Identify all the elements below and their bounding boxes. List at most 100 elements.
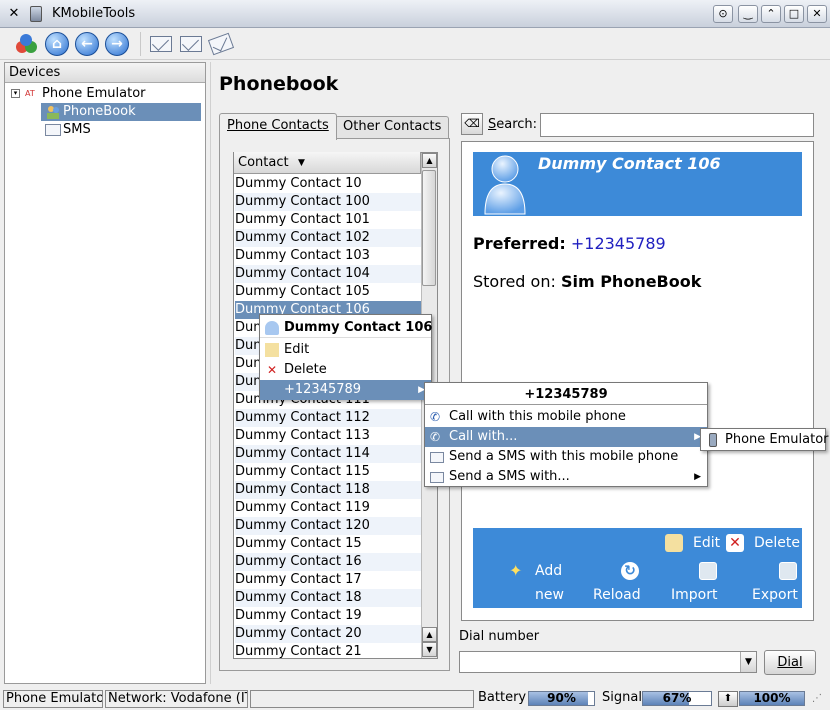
reload-action[interactable]: Reload (593, 587, 641, 603)
contact-row[interactable]: Dummy Contact 16 (235, 553, 421, 571)
at-modem-icon: AT (25, 89, 35, 98)
contact-row[interactable]: Dummy Contact 103 (235, 247, 421, 265)
edit-action[interactable]: Edit (693, 535, 720, 551)
new-sms-icon[interactable] (150, 36, 172, 52)
menu-item-phone-emulator[interactable]: Phone Emulator (701, 430, 829, 450)
contact-row[interactable]: Dummy Contact 118 (235, 481, 421, 499)
menu-item-sms-this-phone[interactable]: Send a SMS with this mobile phone (425, 447, 707, 467)
contact-row[interactable]: Dummy Contact 114 (235, 445, 421, 463)
menu-label: Delete (284, 362, 327, 377)
tree-item-phone-emulator[interactable]: ▾ AT Phone Emulator (5, 85, 201, 103)
devices-icon[interactable] (14, 32, 38, 56)
menu-item-sms-with[interactable]: Send a SMS with... ▶ (425, 467, 707, 487)
chevron-down-icon[interactable]: ▼ (740, 652, 756, 672)
maximize-button[interactable]: □ (784, 5, 804, 23)
home-icon[interactable]: ⌂ (45, 32, 69, 56)
contact-row[interactable]: Dummy Contact 100 (235, 193, 421, 211)
menu-label: Phone Emulator (725, 432, 829, 447)
resize-grip-icon[interactable]: ⋰ (810, 691, 824, 707)
tree-item-sms[interactable]: SMS (45, 121, 201, 139)
shade-button[interactable]: ⌃ (761, 5, 781, 23)
preferred-number[interactable]: +12345789 (571, 234, 666, 253)
contact-row[interactable]: Dummy Contact 18 (235, 589, 421, 607)
contact-row[interactable]: Dummy Contact 112 (235, 409, 421, 427)
edit-icon[interactable] (665, 534, 683, 552)
export-action[interactable]: Export (752, 587, 798, 603)
close-icon[interactable]: ✕ (6, 6, 22, 22)
add-action-line2[interactable]: new (535, 587, 564, 603)
toolbar: ⌂ ← → (0, 28, 830, 60)
scroll-up-button[interactable]: ▲ (422, 153, 437, 168)
contact-row[interactable]: Dummy Contact 113 (235, 427, 421, 445)
contact-row[interactable]: Dummy Contact 115 (235, 463, 421, 481)
menu-item-delete[interactable]: ✕ Delete (260, 360, 431, 380)
contact-row[interactable]: Dummy Contact 120 (235, 517, 421, 535)
contact-row[interactable]: Dummy Contact 104 (235, 265, 421, 283)
preferred-label: Preferred: (473, 234, 566, 253)
menu-label: +12345789 (284, 382, 362, 397)
submenu-arrow-icon: ▶ (694, 472, 701, 482)
delete-icon[interactable]: ✕ (726, 534, 744, 552)
back-icon[interactable]: ← (75, 32, 99, 56)
collapse-icon[interactable]: ▾ (11, 89, 20, 98)
stored-value: Sim PhoneBook (560, 272, 702, 291)
delete-action[interactable]: Delete (754, 535, 800, 551)
contact-row[interactable]: Dummy Contact 101 (235, 211, 421, 229)
search-input[interactable] (540, 113, 814, 137)
contact-name: Dummy Contact 106 (538, 154, 721, 173)
stored-line: Stored on: Sim PhoneBook (473, 272, 701, 291)
clear-search-button[interactable]: ⌫ (461, 113, 483, 135)
contact-column-header[interactable]: Contact ▼ (234, 152, 421, 174)
devices-panel: Devices ▾ AT Phone Emulator PhoneBook SM… (4, 62, 206, 684)
menu-label: Edit (284, 342, 310, 357)
contact-row[interactable]: Dummy Contact 105 (235, 283, 421, 301)
contact-row[interactable]: Dummy Contact 119 (235, 499, 421, 517)
contact-row[interactable]: Dummy Contact 19 (235, 607, 421, 625)
tree-item-label: PhoneBook (63, 104, 136, 119)
sort-arrow-icon: ▼ (298, 158, 305, 168)
menu-item-edit[interactable]: Edit (260, 340, 431, 360)
number-submenu: +12345789 ✆ Call with this mobile phone … (424, 382, 708, 487)
menu-icon[interactable]: ⊙ (713, 5, 733, 23)
delete-icon: ✕ (266, 363, 278, 377)
contact-actions-bar: Edit ✕ Delete ✦ Add new ↻ Reload Import … (473, 528, 802, 608)
contact-row[interactable]: Dummy Contact 20 (235, 625, 421, 643)
add-action[interactable]: Add (535, 563, 562, 579)
scroll-thumb[interactable] (422, 170, 436, 286)
scroll-up-button-bottom[interactable]: ▲ (422, 627, 437, 642)
export-icon[interactable] (779, 562, 797, 580)
import-action[interactable]: Import (671, 587, 717, 603)
minimize-button[interactable]: ‿ (738, 5, 758, 23)
forward-icon[interactable]: → (105, 32, 129, 56)
contact-row[interactable]: Dummy Contact 10 (235, 175, 421, 193)
reload-icon[interactable]: ↻ (621, 562, 639, 580)
contact-row[interactable]: Dummy Contact 17 (235, 571, 421, 589)
menu-label: Dummy Contact 106 (284, 320, 433, 335)
tree-item-label: Phone Emulator (42, 86, 146, 101)
menu-item-number[interactable]: +12345789 ▶ (260, 380, 431, 400)
sms-icon (430, 472, 444, 483)
phone-call-icon: ✆ (430, 430, 441, 444)
edit-sms-icon[interactable] (180, 36, 202, 52)
tree-item-phonebook[interactable]: PhoneBook (41, 103, 201, 121)
import-icon[interactable] (699, 562, 717, 580)
dial-button[interactable]: Dial (764, 650, 816, 675)
contact-row[interactable]: Dummy Contact 21 (235, 643, 421, 661)
contact-row[interactable]: Dummy Contact 102 (235, 229, 421, 247)
context-menu: Dummy Contact 106 Edit ✕ Delete +1234578… (259, 314, 432, 400)
contact-row[interactable]: Dummy Contact 15 (235, 535, 421, 553)
add-sms-icon[interactable] (207, 32, 235, 56)
close-button[interactable]: ✕ (807, 5, 827, 23)
menu-item-call-this-phone[interactable]: ✆ Call with this mobile phone (425, 407, 707, 427)
menu-item-call-with[interactable]: ✆ Call with... ▶ (425, 427, 707, 447)
tab-other-contacts[interactable]: Other Contacts (335, 116, 450, 138)
sms-icon (430, 452, 444, 463)
tab-phone-contacts[interactable]: Phone Contacts (219, 113, 337, 140)
magic-wand-icon[interactable]: ✦ (509, 562, 527, 580)
page-title: Phonebook (219, 73, 339, 95)
window-title: KMobileTools (52, 6, 136, 21)
scroll-down-button[interactable]: ▼ (422, 642, 437, 657)
contact-icon (265, 321, 279, 335)
third-bar: 100% (739, 691, 805, 706)
dial-number-combo[interactable]: ▼ (459, 651, 757, 673)
